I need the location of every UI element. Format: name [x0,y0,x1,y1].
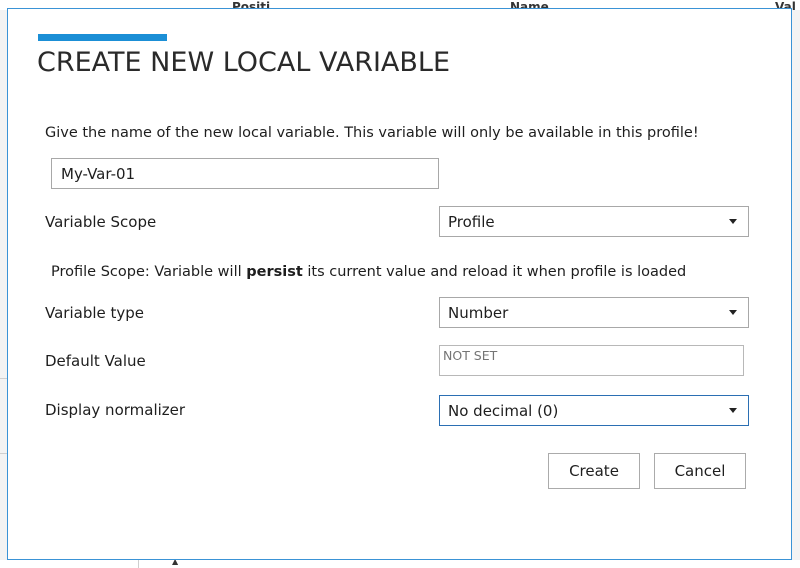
variable-type-select[interactable]: Number [439,297,749,328]
variable-scope-label: Variable Scope [45,213,157,231]
variable-type-value: Number [448,303,509,322]
default-value-input[interactable] [439,345,744,376]
create-local-variable-dialog: CREATE NEW LOCAL VARIABLE Give the name … [7,8,792,560]
display-normalizer-value: No decimal (0) [448,401,559,420]
background-divider [0,453,7,454]
scope-description-prefix: Profile Scope: Variable will [51,264,247,280]
default-value-label: Default Value [45,352,146,370]
intro-text: Give the name of the new local variable.… [45,125,699,141]
dialog-title: CREATE NEW LOCAL VARIABLE [37,47,451,78]
scope-description-emphasis: persist [246,264,303,280]
create-button[interactable]: Create [548,453,640,489]
variable-scope-select[interactable]: Profile [439,206,749,237]
display-normalizer-select[interactable]: No decimal (0) [439,395,749,426]
scope-description-suffix: its current value and reload it when pro… [302,264,687,280]
scope-description: Profile Scope: Variable will persist its… [51,264,686,280]
variable-type-label: Variable type [45,304,145,322]
chevron-down-icon [729,310,737,315]
chevron-down-icon [729,219,737,224]
cancel-button[interactable]: Cancel [654,453,746,489]
variable-scope-value: Profile [448,212,495,231]
background-app-footer: ▲ [0,557,800,568]
background-divider [138,560,139,568]
variable-name-input[interactable] [51,158,439,189]
background-divider [0,378,7,379]
chevron-down-icon [729,408,737,413]
title-accent-bar [38,34,167,41]
display-normalizer-label: Display normalizer [45,401,186,419]
